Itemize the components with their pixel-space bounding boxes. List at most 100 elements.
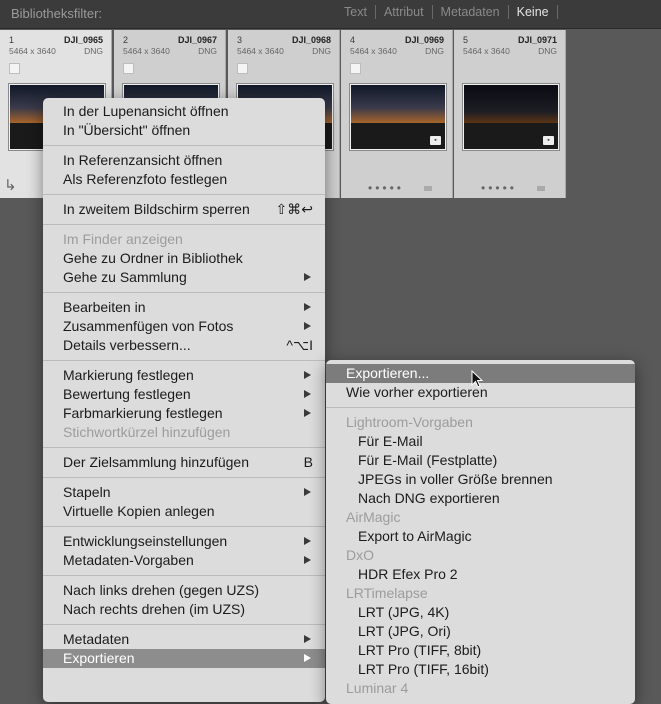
menu-separator (43, 224, 325, 225)
menu-item-go-to-collection[interactable]: Gehe zu Sammlung (43, 268, 325, 287)
menu-item-set-reference[interactable]: Als Referenzfoto festlegen (43, 170, 325, 189)
menu-item-label: Gehe zu Sammlung (63, 269, 187, 285)
menu-separator (43, 477, 325, 478)
photo-filetype: DNG (538, 46, 557, 56)
photo-cell[interactable]: 5 DJI_0971 5464 x 3640 DNG ▪ ••••• (454, 30, 566, 198)
menu-item-create-virtual-copies[interactable]: Virtuelle Kopien anlegen (43, 502, 325, 521)
photo-thumbnail[interactable]: ▪ (463, 84, 559, 150)
submenu-item-lrt-pro-tiff-8[interactable]: LRT Pro (TIFF, 8bit) (326, 641, 635, 660)
photo-filename: DJI_0965 (63, 35, 103, 45)
menu-item-rotate-left[interactable]: Nach links drehen (gegen UZS) (43, 581, 325, 600)
filter-tab-metadata[interactable]: Metadaten (433, 5, 508, 19)
submenu-item-email[interactable]: Für E-Mail (326, 432, 635, 451)
mouse-cursor-icon (471, 370, 483, 388)
comment-icon[interactable]: ▪ (430, 136, 441, 145)
photo-index: 2 (123, 35, 129, 45)
library-filter-bar: Bibliotheksfilter: Text Attribut Metadat… (0, 0, 661, 29)
photo-dimensions: 5464 x 3640 (9, 46, 56, 56)
menu-item-edit-in[interactable]: Bearbeiten in (43, 298, 325, 317)
photo-filetype: DNG (312, 46, 331, 56)
submenu-item-burn-full-jpegs[interactable]: JPEGs in voller Größe brennen (326, 470, 635, 489)
menu-item-label: In zweitem Bildschirm sperren (63, 201, 250, 217)
photo-dimensions: 5464 x 3640 (237, 46, 284, 56)
preset-group-dxo: DxO (346, 547, 374, 563)
comment-icon[interactable]: ▪ (543, 136, 554, 145)
color-label-slot[interactable] (424, 186, 432, 191)
submenu-arrow-icon (304, 303, 311, 311)
submenu-arrow-icon (304, 322, 311, 330)
menu-separator (43, 194, 325, 195)
menu-item-photo-merge[interactable]: Zusammenfügen von Fotos (43, 317, 325, 336)
submenu-arrow-icon (304, 635, 311, 643)
menu-item-show-in-finder: Im Finder anzeigen (63, 231, 183, 247)
menu-item-open-loupe[interactable]: In der Lupenansicht öffnen (43, 102, 325, 121)
photo-filetype: DNG (84, 46, 103, 56)
menu-item-label: Der Zielsammlung hinzufügen (63, 454, 249, 470)
menu-item-open-reference[interactable]: In Referenzansicht öffnen (43, 151, 325, 170)
menu-separator (43, 447, 325, 448)
filter-tab-text[interactable]: Text (336, 5, 375, 19)
divider (556, 5, 558, 19)
menu-item-enhance-details[interactable]: Details verbessern... ^⌥I (43, 336, 325, 355)
menu-item-go-to-folder[interactable]: Gehe zu Ordner in Bibliothek (43, 249, 325, 268)
photo-filename: DJI_0967 (177, 35, 217, 45)
menu-item-develop-settings[interactable]: Entwicklungseinstellungen (43, 532, 325, 551)
submenu-item-email-hard-drive[interactable]: Für E-Mail (Festplatte) (326, 451, 635, 470)
submenu-item-lrt-jpg-4k[interactable]: LRT (JPG, 4K) (326, 603, 635, 622)
pick-checkbox[interactable] (123, 63, 134, 74)
menu-item-label: Details verbessern... (63, 337, 191, 353)
photo-filetype: DNG (425, 46, 444, 56)
menu-item-set-rating[interactable]: Bewertung festlegen (43, 385, 325, 404)
photo-dimensions: 5464 x 3640 (350, 46, 397, 56)
menu-item-metadata[interactable]: Metadaten (43, 630, 325, 649)
menu-item-stacking[interactable]: Stapeln (43, 483, 325, 502)
filter-tab-attribute[interactable]: Attribut (376, 5, 432, 19)
submenu-arrow-icon (304, 654, 311, 662)
photo-dimensions: 5464 x 3640 (123, 46, 170, 56)
menu-item-export[interactable]: Exportieren (43, 649, 325, 668)
submenu-arrow-icon (304, 556, 311, 564)
menu-item-label: Bearbeiten in (63, 299, 146, 315)
photo-filetype: DNG (198, 46, 217, 56)
menu-item-label: Markierung festlegen (63, 367, 194, 383)
menu-separator (43, 292, 325, 293)
menu-item-open-survey[interactable]: In "Übersicht" öffnen (43, 121, 325, 140)
context-menu: In der Lupenansicht öffnen In "Übersicht… (43, 98, 325, 702)
submenu-item-lrt-pro-tiff-16[interactable]: LRT Pro (TIFF, 16bit) (326, 660, 635, 679)
submenu-arrow-icon (304, 409, 311, 417)
submenu-item-export-airmagic[interactable]: Export to AirMagic (326, 527, 635, 546)
photo-filename: DJI_0969 (404, 35, 444, 45)
menu-item-label: Metadaten-Vorgaben (63, 552, 194, 568)
menu-separator (43, 526, 325, 527)
shortcut-label: ⇧⌘↩ (275, 201, 313, 217)
menu-item-metadata-presets[interactable]: Metadaten-Vorgaben (43, 551, 325, 570)
photo-index: 4 (350, 35, 356, 45)
preset-group-lightroom: Lightroom-Vorgaben (346, 414, 473, 430)
menu-separator (43, 575, 325, 576)
submenu-item-export-dng[interactable]: Nach DNG exportieren (326, 489, 635, 508)
menu-item-label: Zusammenfügen von Fotos (63, 318, 234, 334)
submenu-item-lrt-jpg-ori[interactable]: LRT (JPG, Ori) (326, 622, 635, 641)
photo-cell[interactable]: 4 DJI_0969 5464 x 3640 DNG ▪ ••••• (341, 30, 453, 198)
pick-checkbox[interactable] (350, 63, 361, 74)
submenu-arrow-icon (304, 488, 311, 496)
menu-item-label: Bewertung festlegen (63, 386, 191, 402)
menu-item-set-color-label[interactable]: Farbmarkierung festlegen (43, 404, 325, 423)
filter-tab-none[interactable]: Keine (509, 5, 557, 19)
photo-thumbnail[interactable]: ▪ (350, 84, 446, 150)
pick-checkbox[interactable] (9, 63, 20, 74)
pick-checkbox[interactable] (237, 63, 248, 74)
rating-dots[interactable]: ••••• (368, 181, 404, 195)
rating-dots[interactable]: ••••• (481, 181, 517, 195)
submenu-item-hdr-efex[interactable]: HDR Efex Pro 2 (326, 565, 635, 584)
submenu-arrow-icon (304, 273, 311, 281)
menu-item-lock-second-screen[interactable]: In zweitem Bildschirm sperren ⇧⌘↩ (43, 200, 325, 219)
shortcut-label: B (303, 454, 313, 470)
photo-filename: DJI_0971 (517, 35, 557, 45)
stack-arrow-icon[interactable]: ↳ (4, 176, 17, 194)
menu-item-set-flag[interactable]: Markierung festlegen (43, 366, 325, 385)
color-label-slot[interactable] (537, 186, 545, 191)
menu-item-rotate-right[interactable]: Nach rechts drehen (im UZS) (43, 600, 325, 619)
menu-separator (43, 145, 325, 146)
menu-item-add-to-target-collection[interactable]: Der Zielsammlung hinzufügen B (43, 453, 325, 472)
